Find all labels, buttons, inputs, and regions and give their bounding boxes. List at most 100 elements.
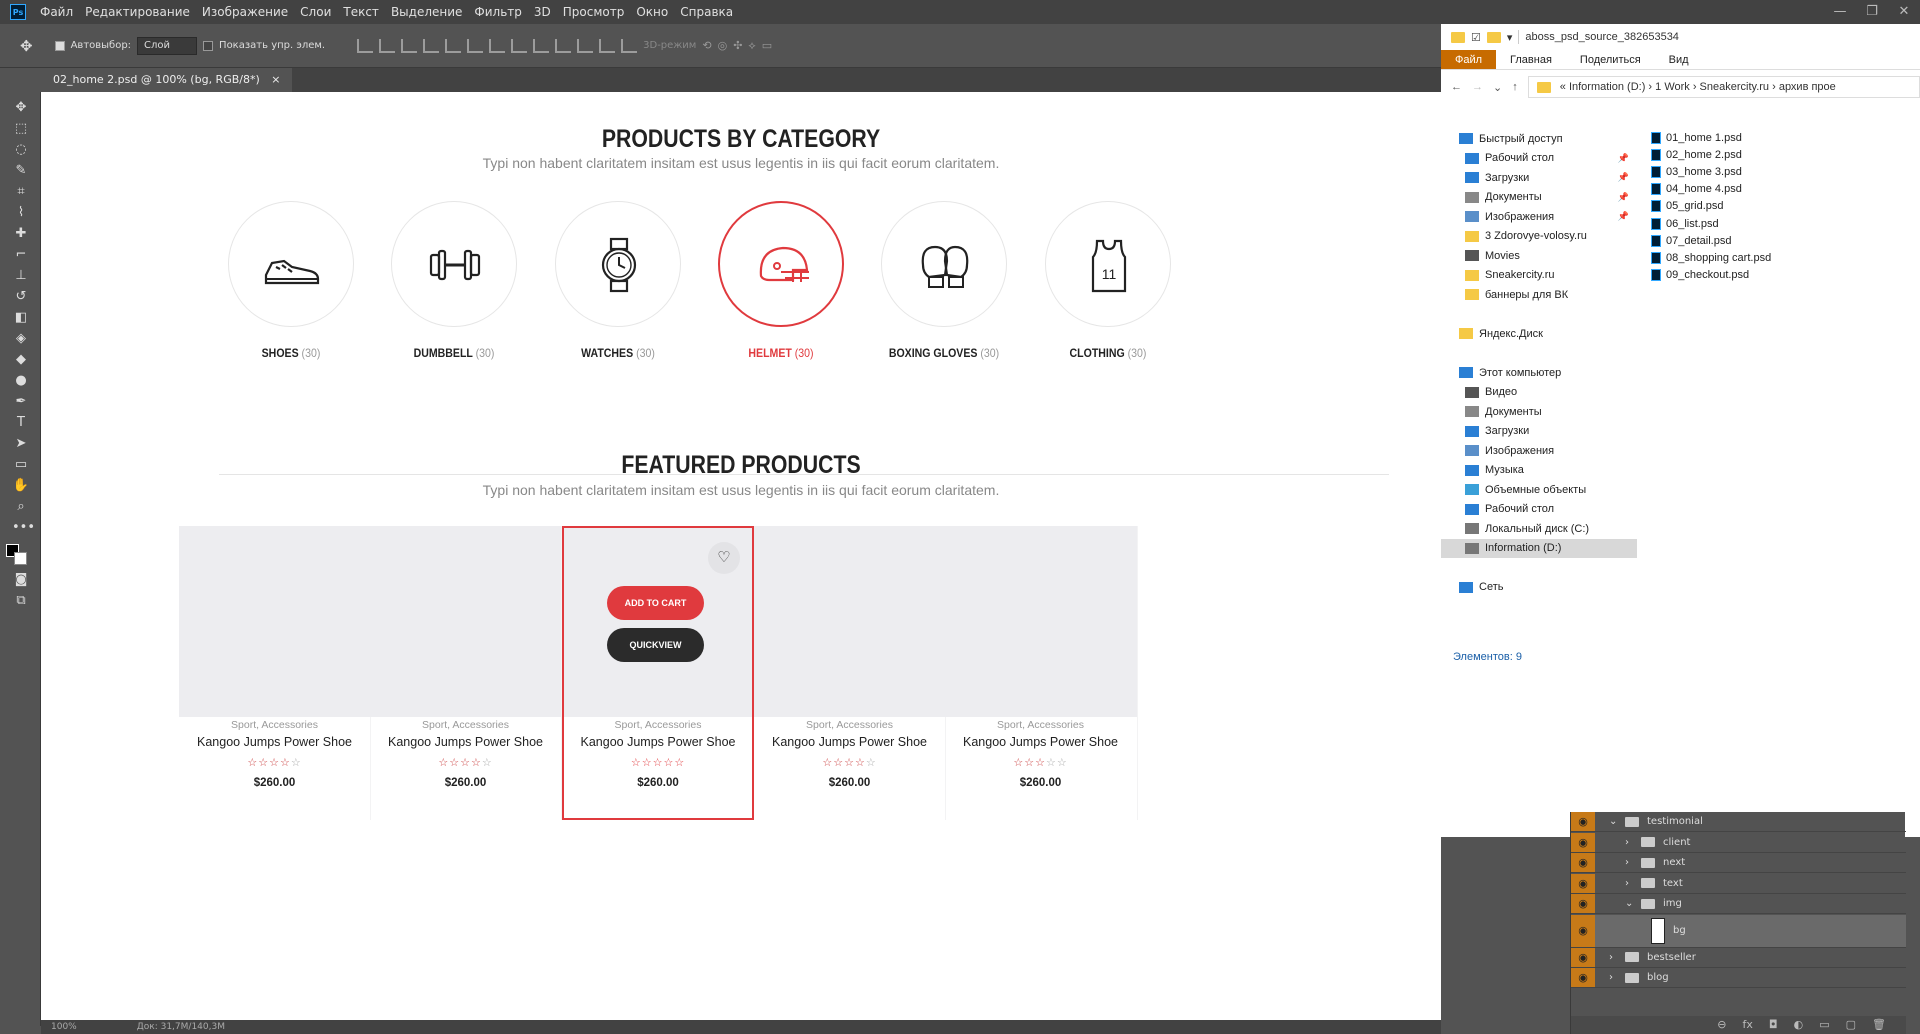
recent-dropdown-icon[interactable]: ⌄ [1493,81,1502,94]
nav-item[interactable]: баннеры для ВК [1441,285,1637,305]
chevron-right-icon[interactable]: › [1625,837,1637,848]
category-label[interactable]: WATCHES (30) [552,346,684,360]
category-circle[interactable]: 11 [1045,201,1171,327]
zoom-tool-icon[interactable]: ⌕ [12,499,30,515]
layer-row[interactable]: ◉ › next [1571,853,1906,873]
product-name[interactable]: Kangoo Jumps Power Shoe [370,735,561,749]
file-item[interactable]: 07_detail.psd [1651,232,1771,249]
nav-item[interactable]: Movies [1441,246,1637,266]
product-image[interactable]: ♡ ADD TO CART QUICKVIEW [564,528,752,717]
layer-action-icon[interactable]: ⊖ [1717,1016,1726,1034]
product-name[interactable]: Kangoo Jumps Power Shoe [944,735,1137,749]
show-controls-checkbox[interactable] [203,40,214,51]
chevron-down-icon[interactable]: ⌄ [1609,816,1621,827]
layer-action-icon[interactable]: ▭ [1819,1016,1829,1034]
align-left-icon[interactable] [423,38,440,53]
paint-bucket-tool-icon[interactable]: ◈ [12,331,30,347]
product-image[interactable] [754,526,945,717]
category-item[interactable]: SHOES (30) [216,201,366,360]
add-to-cart-button[interactable]: ADD TO CART [607,586,704,620]
menu-item[interactable]: Файл [34,0,79,24]
autoselect-checkbox[interactable] [54,40,65,51]
distribute-left-icon[interactable] [555,38,572,53]
nav-item[interactable]: Сеть [1441,578,1637,598]
file-item[interactable]: 06_list.psd [1651,215,1771,232]
visibility-eye-icon[interactable]: ◉ [1571,832,1595,852]
ribbon-tab[interactable]: Поделиться [1566,50,1655,69]
quickview-button[interactable]: QUICKVIEW [607,628,704,662]
wishlist-heart-icon[interactable]: ♡ [708,542,740,574]
stamp-tool-icon[interactable]: ⊥ [12,268,30,284]
product-card[interactable]: Sport, Accessories Kangoo Jumps Power Sho… [944,526,1138,820]
menu-item[interactable]: Справка [674,0,739,24]
file-item[interactable]: 04_home 4.psd [1651,181,1771,198]
3d-slide-icon[interactable]: ⟡ [748,39,755,53]
align-right-icon[interactable] [467,38,484,53]
category-label[interactable]: CLOTHING (30) [1042,346,1174,360]
lasso-tool-icon[interactable]: ◌ [12,142,30,158]
layer-row[interactable]: ◉ › blog [1571,968,1906,988]
nav-item[interactable]: Этот компьютер [1441,363,1637,383]
file-item[interactable]: 01_home 1.psd [1651,129,1771,146]
quick-access-dropdown-icon[interactable]: ▾ [1507,31,1513,44]
product-card[interactable]: Sport, Accessories Kangoo Jumps Power Sho… [754,526,946,820]
pen-tool-icon[interactable]: ✒ [12,394,30,410]
ribbon-tab[interactable]: Главная [1496,50,1566,69]
menu-item[interactable]: Текст [337,0,385,24]
nav-item[interactable]: Объемные объекты [1441,480,1637,500]
category-item[interactable]: HELMET (30) [706,201,856,360]
minimize-button[interactable]: — [1824,0,1856,24]
distribute-bottom-icon[interactable] [533,38,550,53]
chevron-down-icon[interactable]: ⌄ [1625,898,1637,909]
zoom-level[interactable]: 100% [51,1020,77,1034]
eraser-tool-icon[interactable]: ◧ [12,310,30,326]
layer-action-icon[interactable]: ▢ [1846,1016,1856,1034]
crop-tool-icon[interactable]: ⌗ [12,184,30,200]
product-name[interactable]: Kangoo Jumps Power Shoe [179,735,370,749]
chevron-right-icon[interactable]: › [1609,952,1621,963]
back-arrow-icon[interactable]: ← [1451,81,1462,93]
layer-action-icon[interactable]: ◐ [1794,1016,1804,1034]
product-image[interactable] [370,526,561,717]
type-tool-icon[interactable]: T [12,415,30,431]
product-image[interactable] [944,526,1137,717]
category-circle[interactable] [718,201,844,327]
checkmark-icon[interactable]: ☑ [1471,31,1481,44]
visibility-eye-icon[interactable]: ◉ [1571,812,1595,831]
hand-tool-icon[interactable]: ✋ [12,478,30,494]
distribute-middle-icon[interactable] [511,38,528,53]
align-middle-icon[interactable] [379,38,396,53]
address-path[interactable]: « Information (D:) › 1 Work › Sneakercit… [1527,76,1920,98]
visibility-eye-icon[interactable]: ◉ [1571,853,1595,872]
3d-drag-icon[interactable]: ✣ [733,39,742,52]
align-top-icon[interactable] [357,38,374,53]
more-tools-icon[interactable]: ••• [12,520,35,536]
category-item[interactable]: WATCHES (30) [543,201,693,360]
category-item[interactable]: DUMBBELL (30) [379,201,529,360]
category-circle[interactable] [555,201,681,327]
quick-mask-icon[interactable]: ◙ [12,572,30,588]
3d-rotate-icon[interactable]: ⟲ [702,39,711,52]
document-tab[interactable]: 02_home 2.psd @ 100% (bg, RGB/8*) × [41,68,293,92]
product-card[interactable]: ♡ ADD TO CART QUICKVIEW Sport, Accessories K… [562,526,754,820]
category-item[interactable]: 11 CLOTHING (30) [1033,201,1183,360]
document-canvas[interactable]: PRODUCTS BY CATEGORY Typi non habent cla… [41,92,1441,1020]
file-item[interactable]: 09_checkout.psd [1651,267,1771,284]
history-brush-tool-icon[interactable]: ↺ [12,289,30,305]
chevron-right-icon[interactable]: › [1609,972,1621,983]
rectangle-tool-icon[interactable]: ▭ [12,457,30,473]
menu-item[interactable]: Выделение [385,0,468,24]
align-center-icon[interactable] [445,38,462,53]
quick-select-tool-icon[interactable]: ✎ [12,163,30,179]
product-card[interactable]: Sport, Accessories Kangoo Jumps Power Sho… [370,526,562,820]
background-color-swatch[interactable] [14,552,27,565]
nav-item[interactable]: Sneakercity.ru [1441,266,1637,286]
move-tool-icon[interactable]: ✥ [12,100,30,116]
product-name[interactable]: Kangoo Jumps Power Shoe [754,735,945,749]
category-circle[interactable] [881,201,1007,327]
menu-item[interactable]: Окно [630,0,674,24]
nav-item[interactable]: Изображения 📌 [1441,207,1637,227]
visibility-eye-icon[interactable]: ◉ [1571,873,1595,893]
forward-arrow-icon[interactable]: → [1472,81,1483,93]
brush-tool-icon[interactable]: ⌐ [12,247,30,263]
